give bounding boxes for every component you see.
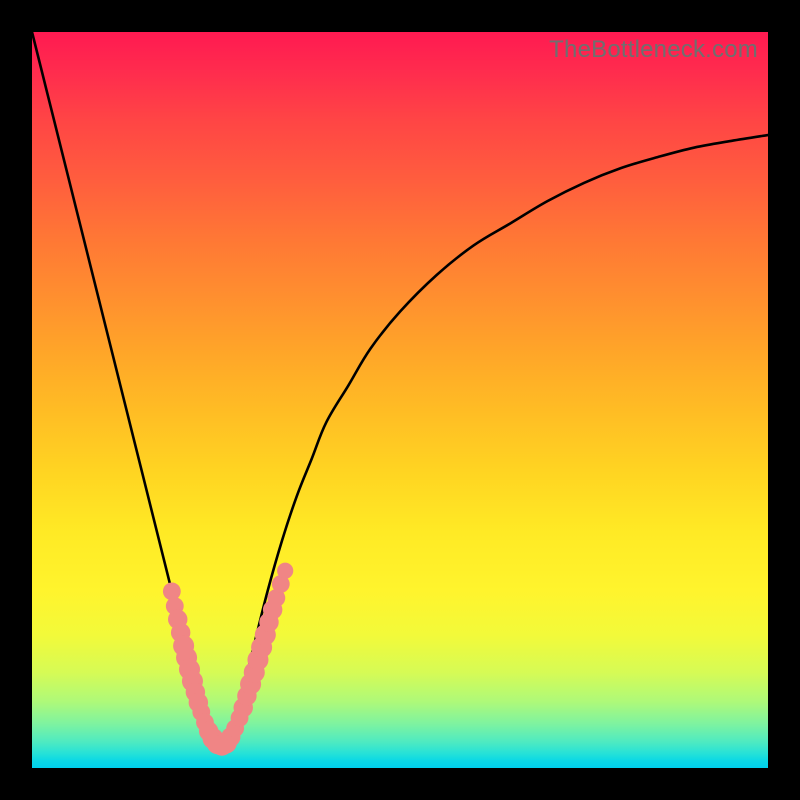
curve-marker — [277, 563, 293, 579]
bottleneck-curve — [32, 32, 768, 748]
curve-marker — [163, 582, 181, 600]
curve-svg — [32, 32, 768, 768]
chart-frame: TheBottleneck.com — [0, 0, 800, 800]
curve-markers — [163, 563, 293, 756]
plot-area: TheBottleneck.com — [32, 32, 768, 768]
